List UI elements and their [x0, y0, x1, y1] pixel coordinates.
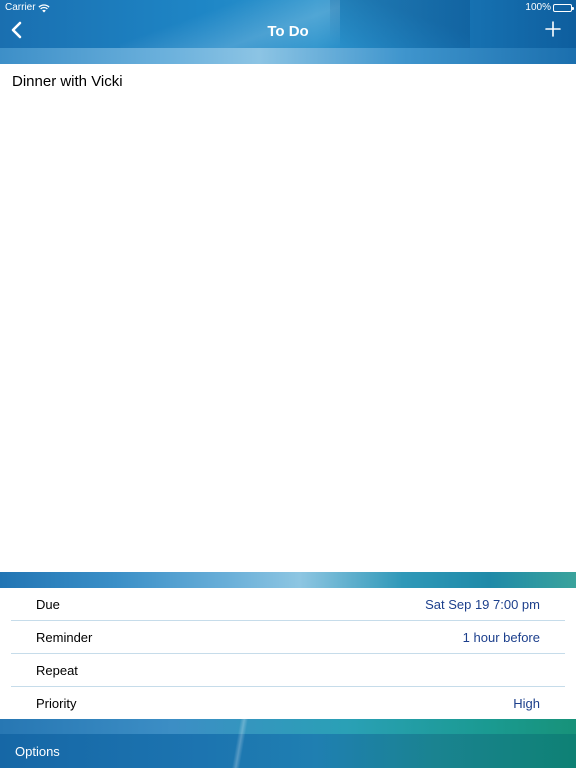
- priority-label: Priority: [36, 696, 77, 711]
- battery-percentage: 100%: [525, 2, 551, 13]
- options-button[interactable]: Options: [15, 744, 60, 760]
- due-label: Due: [36, 596, 60, 612]
- reminder-value: 1 hour before: [462, 629, 540, 645]
- due-row[interactable]: Due Sat Sep 19 7:00 pm: [11, 588, 565, 621]
- carrier-label: Carrier: [5, 2, 36, 13]
- back-button[interactable]: [6, 20, 26, 44]
- status-bar: Carrier 100%: [0, 0, 576, 16]
- plus-icon: [545, 20, 561, 42]
- priority-row[interactable]: Priority High: [11, 687, 565, 720]
- task-title-field[interactable]: Dinner with Vicki: [12, 73, 123, 91]
- wifi-icon: [38, 3, 50, 13]
- toolbar-shine-strip: [0, 719, 576, 734]
- header-shine-strip: [0, 48, 576, 64]
- add-button[interactable]: [542, 20, 564, 42]
- due-value: Sat Sep 19 7:00 pm: [425, 596, 540, 612]
- toolbar-decoration: [225, 719, 255, 768]
- reminder-row[interactable]: Reminder 1 hour before: [11, 621, 565, 654]
- task-properties-list: Due Sat Sep 19 7:00 pm Reminder 1 hour b…: [0, 588, 576, 720]
- battery-icon: [553, 4, 574, 12]
- bottom-toolbar: Options: [0, 719, 576, 768]
- navigation-header: Carrier 100% To Do: [0, 0, 576, 64]
- reminder-label: Reminder: [36, 629, 93, 645]
- chevron-left-icon: [10, 21, 22, 44]
- repeat-label: Repeat: [36, 662, 78, 678]
- priority-value: High: [513, 696, 540, 711]
- repeat-row[interactable]: Repeat: [11, 654, 565, 687]
- section-divider-banner: [0, 572, 576, 588]
